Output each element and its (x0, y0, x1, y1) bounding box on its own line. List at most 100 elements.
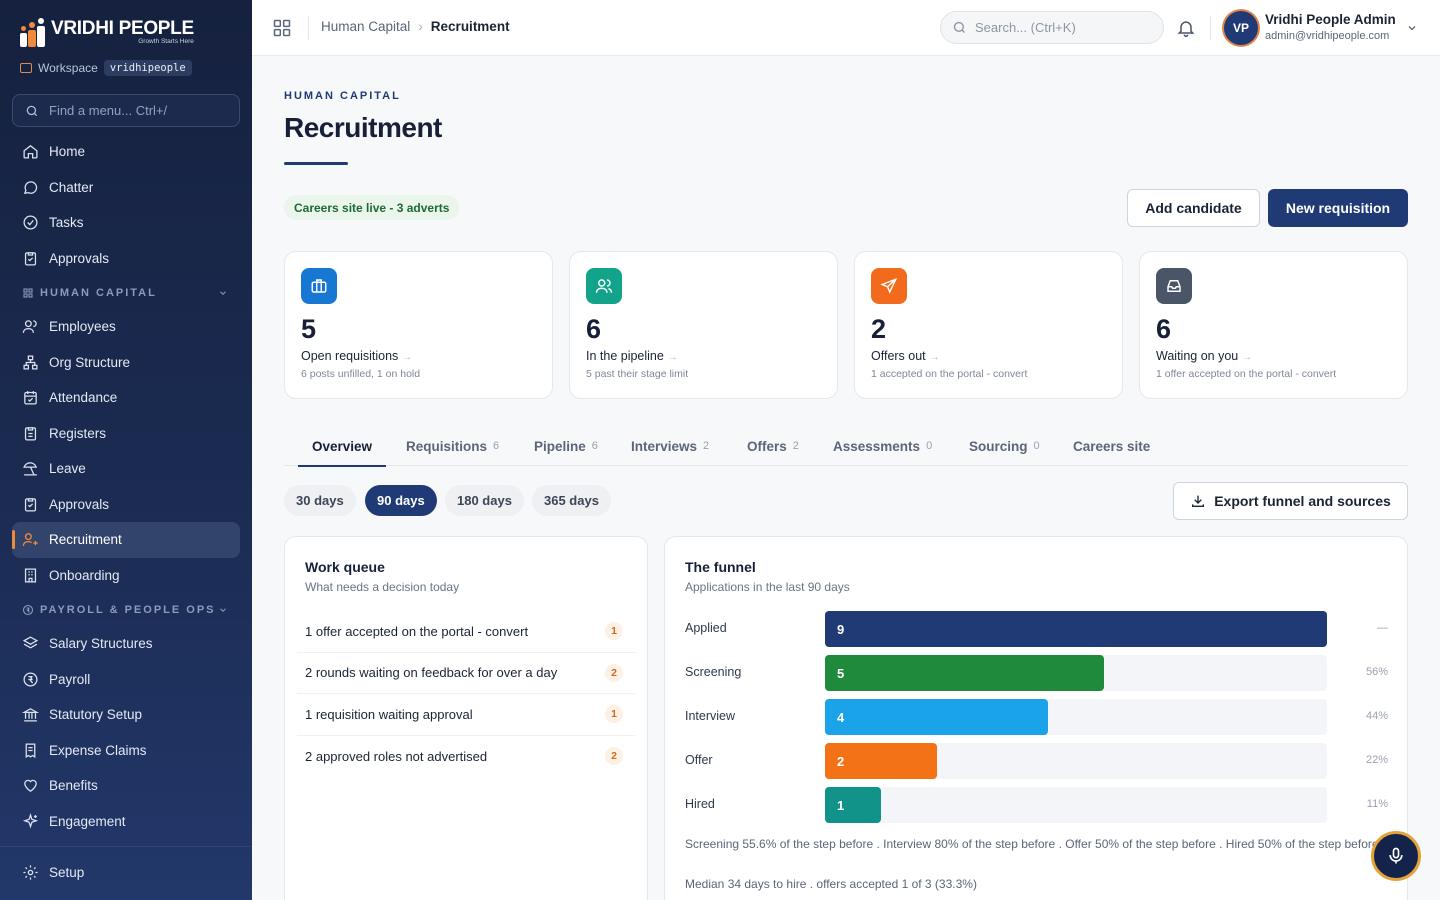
sidebar-item-salary-structures[interactable]: Salary Structures (12, 626, 240, 662)
grid-icon (23, 287, 33, 298)
app-grid-icon[interactable] (272, 18, 292, 38)
tab-requisitions[interactable]: Requisitions 6 (404, 426, 501, 466)
tab-sourcing[interactable]: Sourcing 0 (967, 426, 1042, 466)
layers-icon (22, 636, 39, 649)
tab-count: 6 (493, 440, 500, 452)
coin-icon (23, 672, 38, 687)
kpi-offers-out[interactable]: 2 Offers out → 1 accepted on the portal -… (854, 251, 1123, 399)
funnel-row-offer[interactable]: Offer 2 22% (685, 743, 1388, 779)
briefcase-icon (301, 268, 337, 304)
sidebar-item-payroll[interactable]: Payroll (12, 662, 240, 698)
tab-interviews[interactable]: Interviews 2 (629, 426, 711, 466)
sparkle-icon (22, 812, 39, 829)
sidebar-item-registers[interactable]: Registers (12, 416, 240, 452)
workspace-switcher[interactable]: Workspace vridhipeople (20, 60, 192, 76)
work-queue-list: 1 offer accepted on the portal - convert… (297, 611, 635, 777)
tab-label: Offers (747, 438, 787, 454)
range-90-days[interactable]: 90 days (365, 485, 437, 516)
kpi-open-requisitions[interactable]: 5 Open requisitions → 6 posts unfilled, 1… (284, 251, 553, 399)
funnel-track: 2 (825, 743, 1327, 779)
sidebar-item-approvals-hc[interactable]: Approvals (12, 487, 240, 523)
sidebar-item-org-structure[interactable]: Org Structure (12, 345, 240, 381)
chevron-down-icon[interactable] (1406, 22, 1418, 34)
sidebar-item-attendance[interactable]: Attendance (12, 380, 240, 416)
sidebar-item-onboarding[interactable]: Onboarding (12, 558, 240, 594)
kpi-sub: 6 posts unfilled, 1 on hold (301, 368, 421, 380)
funnel-row-interview[interactable]: Interview 4 44% (685, 699, 1388, 735)
funnel-stage-label: Applied (685, 621, 727, 635)
kpi-value: 6 (586, 314, 602, 344)
list-item-text: 2 approved roles not advertised (305, 748, 488, 764)
sidebar-item-label: Setup (49, 865, 85, 881)
list-item[interactable]: 1 offer accepted on the portal - convert… (297, 611, 635, 653)
tab-overview[interactable]: Overview (297, 426, 387, 467)
avatar[interactable]: VP (1224, 11, 1258, 45)
kpi-label-text: Open requisitions (301, 349, 399, 363)
range-365-days[interactable]: 365 days (532, 485, 611, 516)
list-item[interactable]: 2 approved roles not advertised 2 (297, 736, 635, 778)
tab-offers[interactable]: Offers 2 (745, 426, 801, 466)
funnel-track: 1 (825, 787, 1327, 823)
brand-logo[interactable]: VRIDHI PEOPLE Growth Starts Here (20, 18, 194, 48)
sidebar-item-label: Onboarding (49, 567, 120, 583)
funnel-row-screening[interactable]: Screening 5 56% (685, 655, 1388, 691)
sidebar-item-employees[interactable]: Employees (12, 309, 240, 345)
breadcrumb-parent[interactable]: Human Capital (321, 19, 410, 34)
menu-search-input[interactable]: Find a menu... Ctrl+/ (12, 94, 240, 127)
tab-assessments[interactable]: Assessments 0 (831, 426, 934, 466)
count-badge: 2 (605, 663, 623, 682)
sidebar-item-label: Engagement (49, 813, 126, 829)
tab-label: Sourcing (969, 438, 1028, 454)
receipt-icon (25, 743, 36, 758)
sidebar-item-statutory-setup[interactable]: Statutory Setup (12, 697, 240, 733)
sidebar-item-home[interactable]: Home (12, 134, 240, 170)
sidebar-item-expense-claims[interactable]: Expense Claims (12, 733, 240, 769)
sidebar-item-tasks[interactable]: Tasks (12, 205, 240, 241)
arrow-right-icon: → (1242, 352, 1253, 363)
menu-search-placeholder: Find a menu... Ctrl+/ (49, 103, 168, 118)
range-30-days[interactable]: 30 days (284, 485, 356, 516)
section-human-capital[interactable]: HUMAN CAPITAL (12, 276, 240, 309)
sidebar-item-label: Approvals (49, 496, 110, 512)
sidebar-item-setup[interactable]: Setup (12, 855, 240, 891)
funnel-track: 4 (825, 699, 1327, 735)
section-payroll[interactable]: PAYROLL & PEOPLE OPS (12, 593, 240, 626)
tab-count: 6 (591, 440, 598, 452)
global-search-input[interactable]: Search... (Ctrl+K) (940, 11, 1164, 44)
tab-careers-site[interactable]: Careers site (1071, 426, 1152, 466)
section-label: HUMAN CAPITAL (40, 286, 157, 299)
export-funnel-button[interactable]: Export funnel and sources (1173, 482, 1408, 520)
divider (1210, 16, 1211, 40)
sidebar-item-label: Approvals (49, 250, 110, 266)
kpi-waiting-on-you[interactable]: 6 Waiting on you → 1 offer accepted on th… (1139, 251, 1408, 399)
section-label: PAYROLL & PEOPLE OPS (40, 603, 216, 616)
sidebar-item-approvals[interactable]: Approvals (12, 241, 240, 277)
careers-live-badge[interactable]: Careers site live - 3 adverts (284, 195, 460, 220)
sidebar-item-benefits[interactable]: Benefits (12, 768, 240, 804)
funnel-stage-label: Offer (685, 753, 713, 767)
tab-count: 0 (926, 440, 933, 452)
sidebar-item-leave[interactable]: Leave (12, 451, 240, 487)
list-item[interactable]: 2 rounds waiting on feedback for over a … (297, 653, 635, 694)
range-180-days[interactable]: 180 days (445, 485, 524, 516)
funnel-bar: 4 (825, 699, 1049, 735)
funnel-row-applied[interactable]: Applied 9 — (685, 611, 1388, 647)
voice-assistant-button[interactable] (1371, 831, 1421, 881)
sidebar-item-engagement[interactable]: Engagement (12, 804, 240, 840)
funnel-bar: 2 (825, 743, 937, 779)
tab-pipeline[interactable]: Pipeline 6 (532, 426, 600, 466)
kpi-in-pipeline[interactable]: 6 In the pipeline → 5 past their stage li… (569, 251, 838, 399)
sidebar-item-label: Payroll (49, 671, 91, 687)
funnel-row-hired[interactable]: Hired 1 11% (685, 787, 1388, 823)
sidebar: VRIDHI PEOPLE Growth Starts Here Workspa… (0, 0, 252, 900)
sidebar-item-recruitment[interactable]: Recruitment (12, 522, 240, 558)
count-badge: 1 (605, 705, 623, 723)
new-requisition-button[interactable]: New requisition (1268, 189, 1408, 227)
user-name[interactable]: Vridhi People Admin (1265, 12, 1396, 27)
list-item[interactable]: 1 requisition waiting approval 1 (297, 694, 635, 736)
tab-label: Interviews (631, 438, 698, 454)
sidebar-item-chatter[interactable]: Chatter (12, 170, 240, 206)
kpi-sub: 5 past their stage limit (586, 368, 689, 380)
bell-icon[interactable] (1176, 18, 1196, 38)
add-candidate-button[interactable]: Add candidate (1127, 189, 1260, 227)
